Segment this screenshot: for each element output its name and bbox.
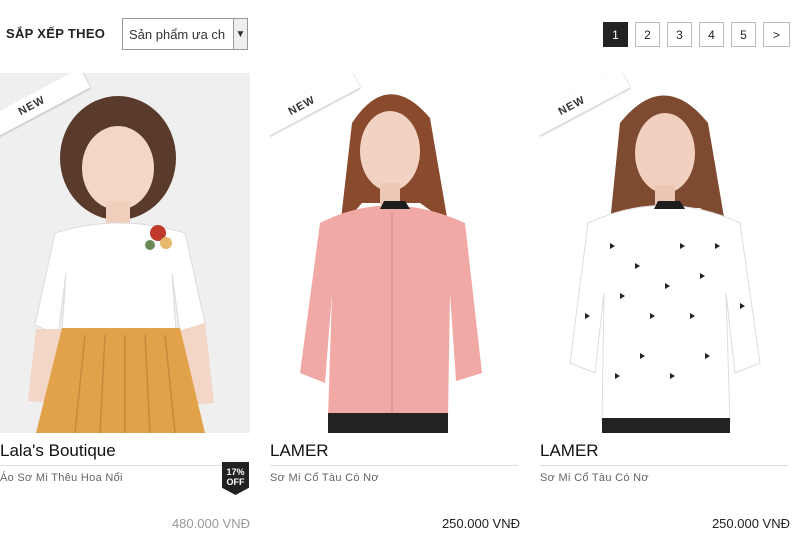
- product-price: 480.000 VNĐ: [171, 516, 250, 531]
- next-page-button[interactable]: >: [763, 22, 790, 47]
- divider: [0, 465, 248, 466]
- sort-select[interactable]: Sản phẩm ưa ch ▼: [122, 18, 248, 50]
- product-brand[interactable]: Lala's Boutique: [0, 441, 116, 461]
- product-card[interactable]: NEW Lala's Boutique Áo Sơ Mi Thêu Hoa Nổ…: [0, 73, 250, 533]
- page-5-button[interactable]: 5: [731, 22, 756, 47]
- product-price: 250.000 VNĐ: [711, 516, 790, 531]
- page-1-button[interactable]: 1: [603, 22, 628, 47]
- product-image[interactable]: NEW: [540, 73, 790, 433]
- product-title[interactable]: Áo Sơ Mi Thêu Hoa Nổi: [0, 472, 123, 484]
- product-image[interactable]: NEW: [270, 73, 520, 433]
- product-card[interactable]: NEW LAMER Sơ Mi Cổ Tàu Có Nơ 250.000 VNĐ: [540, 73, 790, 533]
- product-image[interactable]: NEW: [0, 73, 250, 433]
- pagination: 1 2 3 4 5 >: [603, 22, 790, 47]
- discount-percent: 17%: [226, 467, 245, 477]
- product-title[interactable]: Sơ Mi Cổ Tàu Có Nơ: [540, 472, 649, 484]
- discount-badge: 17% OFF: [222, 462, 249, 495]
- sort-select-value: Sản phẩm ưa ch: [129, 27, 226, 42]
- product-price: 250.000 VNĐ: [441, 516, 520, 531]
- discount-off-label: OFF: [226, 477, 245, 487]
- page-3-button[interactable]: 3: [667, 22, 692, 47]
- divider: [540, 465, 788, 466]
- sort-toolbar: SẮP XẾP THEO Sản phẩm ưa ch ▼ 1 2 3 4 5 …: [6, 18, 790, 50]
- product-card[interactable]: NEW LAMER Sơ Mi Cổ Tàu Có Nơ 250.000 VNĐ: [270, 73, 520, 533]
- product-brand[interactable]: LAMER: [540, 441, 599, 461]
- sort-label: SẮP XẾP THEO: [6, 26, 106, 41]
- chevron-down-icon: ▼: [233, 19, 247, 49]
- product-title[interactable]: Sơ Mi Cổ Tàu Có Nơ: [270, 472, 379, 484]
- divider: [270, 465, 518, 466]
- page-2-button[interactable]: 2: [635, 22, 660, 47]
- product-brand[interactable]: LAMER: [270, 441, 329, 461]
- page-4-button[interactable]: 4: [699, 22, 724, 47]
